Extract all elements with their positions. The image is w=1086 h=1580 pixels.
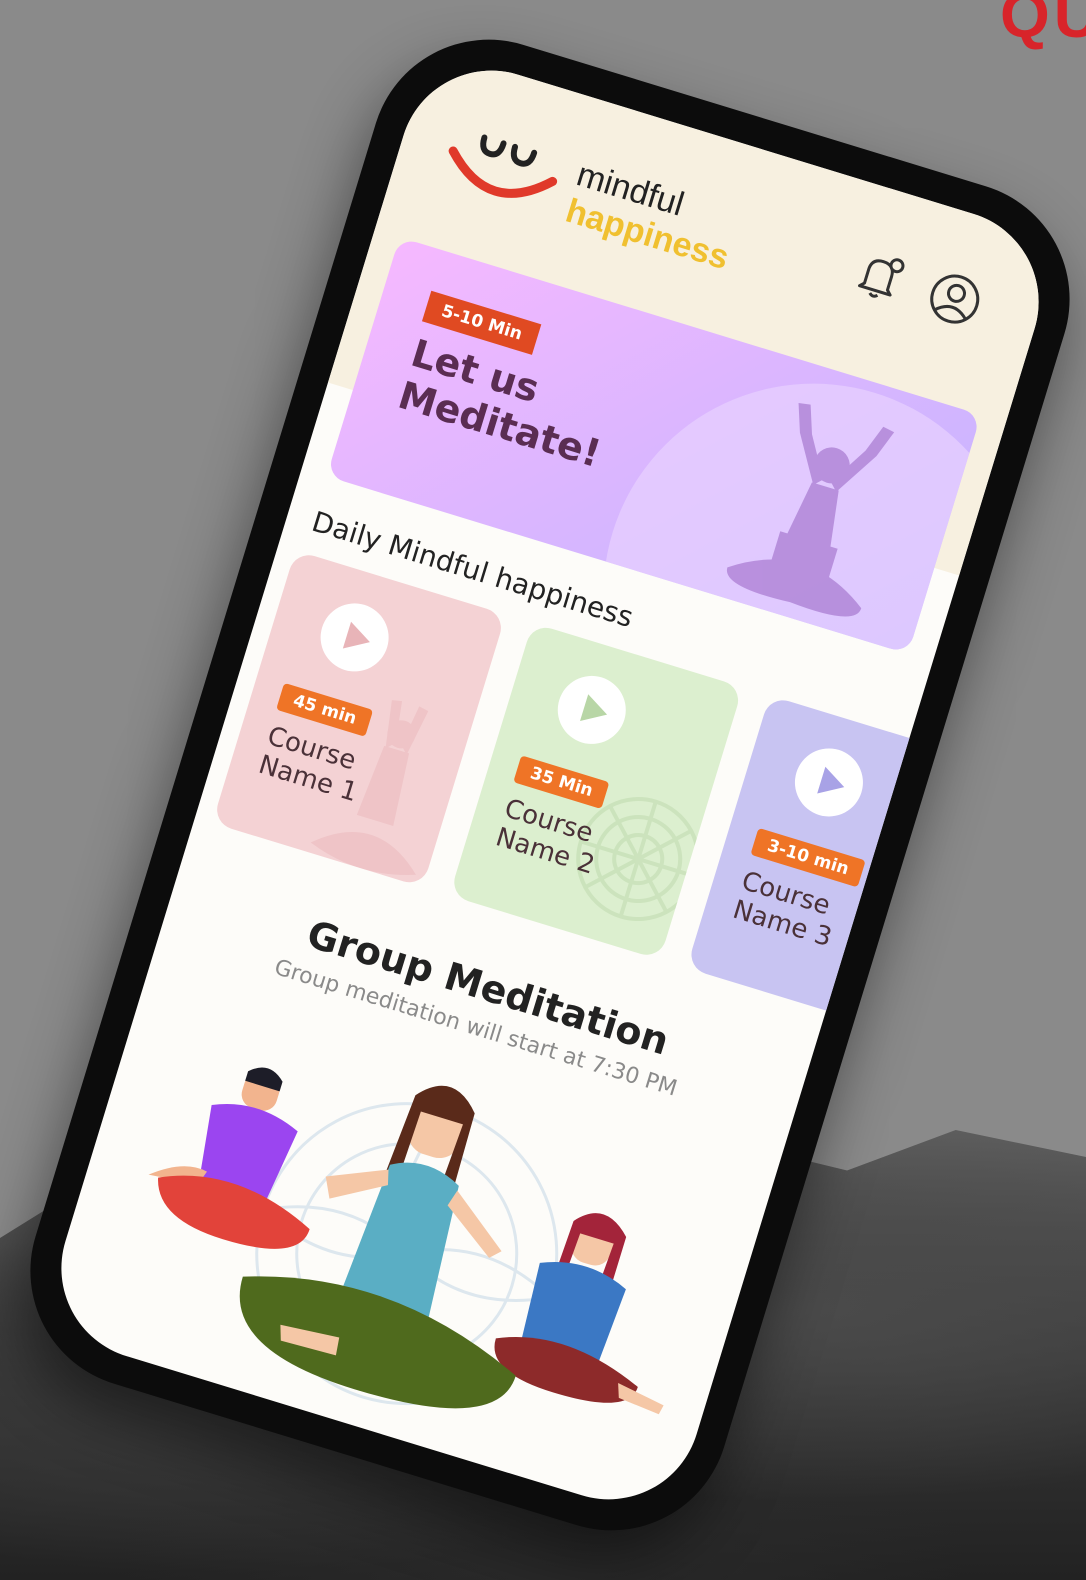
course-card[interactable]: 35 Min Course Name 2 (449, 622, 744, 960)
play-icon[interactable] (547, 665, 637, 755)
course-name: Course Name 3 (729, 866, 836, 954)
play-icon[interactable] (310, 592, 400, 682)
corner-text: QU (1000, 0, 1086, 51)
banner-title: Let us Meditate! (393, 330, 606, 477)
course-card[interactable]: 3-10 min Course Name 3 (686, 695, 981, 1033)
play-icon[interactable] (784, 737, 874, 827)
course-card[interactable]: 45 min Course Name 1 (212, 550, 506, 888)
